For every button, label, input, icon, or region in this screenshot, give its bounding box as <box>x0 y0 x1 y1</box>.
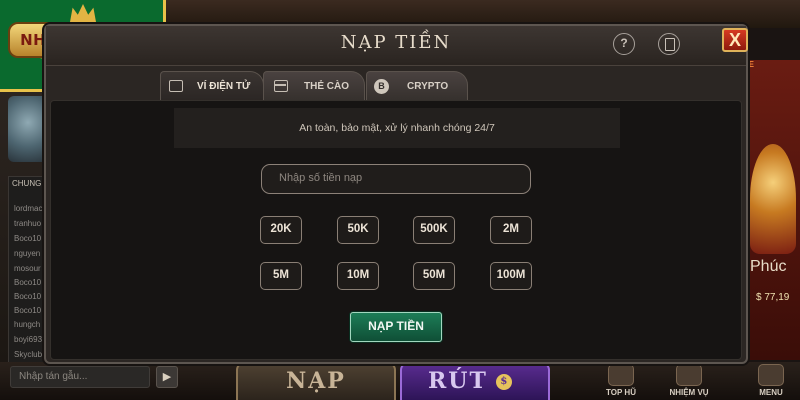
amount-50m-button[interactable]: 50M <box>413 262 455 290</box>
amount-input[interactable]: Nhập số tiền nạp <box>261 164 531 194</box>
deposit-submit-button[interactable]: NẠP TIỀN <box>350 312 442 342</box>
security-notice: An toàn, bảo mật, xử lý nhanh chóng 24/7 <box>174 108 620 148</box>
chat-user: nguyen <box>14 249 41 258</box>
tab-label: CRYPTO <box>407 81 449 92</box>
crown-icon <box>70 4 96 22</box>
chat-user: boyi693 <box>14 335 43 344</box>
nav-top-jackpot[interactable]: TOP HŨ <box>596 388 646 397</box>
modal-title: NẠP TIỀN <box>340 32 452 53</box>
amount-10m-button[interactable]: 10M <box>337 262 379 290</box>
chat-input[interactable]: Nhập tán gẫu... <box>10 366 150 388</box>
chat-user: Boco10 <box>14 306 42 315</box>
deposit-nav-label: NẠP <box>286 368 346 394</box>
lobby-right-banner <box>746 60 800 360</box>
top-jackpot-icon[interactable] <box>608 364 634 386</box>
chat-user: lordmac <box>14 204 43 213</box>
deposit-nav-button[interactable]: NẠP <box>236 362 396 400</box>
tab-e-wallet[interactable]: VÍ ĐIỆN TỬ <box>160 71 264 101</box>
amount-100m-button[interactable]: 100M <box>490 262 532 290</box>
jackpot-price: $ 77,19 <box>756 292 790 303</box>
amount-5m-button[interactable]: 5M <box>260 262 302 290</box>
chat-user: hungch <box>14 320 41 329</box>
nav-menu[interactable]: MENU <box>746 388 796 397</box>
tab-scratch-card[interactable]: THẺ CÀO <box>263 71 365 101</box>
nav-mission[interactable]: NHIỆM VỤ <box>664 388 714 397</box>
chat-user: Boco10 <box>14 234 42 243</box>
chat-send-button[interactable]: ▶ <box>156 366 178 388</box>
tab-label: THẺ CÀO <box>304 81 349 92</box>
menu-icon[interactable] <box>758 364 784 386</box>
chat-user: tranhuo <box>14 219 42 228</box>
right-banner-brand: Phúc <box>750 258 787 275</box>
history-document-icon[interactable] <box>658 33 680 55</box>
dragon-game-thumbnail[interactable] <box>8 96 48 162</box>
wallet-icon <box>169 80 183 92</box>
chat-user: mosour <box>14 264 41 273</box>
chat-title: CHUNG <box>12 179 42 188</box>
chat-user: Skyclub <box>14 350 43 359</box>
amount-500k-button[interactable]: 500K <box>413 216 455 244</box>
amount-2m-button[interactable]: 2M <box>490 216 532 244</box>
dollar-coin-icon: $ <box>495 374 512 390</box>
chat-user: Boco10 <box>14 278 42 287</box>
bitcoin-icon: B <box>374 79 389 94</box>
withdraw-nav-label: RÚT <box>428 368 488 394</box>
close-button[interactable]: X <box>722 28 748 52</box>
card-icon <box>274 80 288 92</box>
tab-crypto[interactable]: B CRYPTO <box>366 71 468 101</box>
chat-user: Boco10 <box>14 292 42 301</box>
amount-20k-button[interactable]: 20K <box>260 216 302 244</box>
tab-label: VÍ ĐIỆN TỬ <box>197 81 251 92</box>
mission-icon[interactable] <box>676 364 702 386</box>
fortune-god-image[interactable] <box>750 144 796 254</box>
withdraw-nav-button[interactable]: RÚT $ <box>400 362 550 400</box>
help-icon[interactable]: ? <box>613 33 635 55</box>
amount-50k-button[interactable]: 50K <box>337 216 379 244</box>
